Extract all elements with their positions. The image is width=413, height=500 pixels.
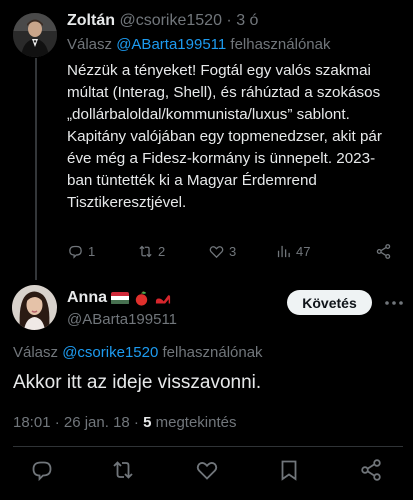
views-count: 47 xyxy=(296,244,311,259)
heart-icon xyxy=(209,246,224,259)
reply-button[interactable] xyxy=(30,458,54,482)
views-count: 5 xyxy=(143,414,152,431)
separator: · xyxy=(226,12,232,29)
divider xyxy=(13,446,403,447)
share-button[interactable] xyxy=(375,243,392,260)
reply-button[interactable]: 1 xyxy=(67,243,95,260)
hungarian-flag-icon xyxy=(111,291,129,305)
retweet-count: 2 xyxy=(158,244,166,259)
like-button[interactable] xyxy=(195,458,219,482)
reply-prefix: Válasz xyxy=(13,344,59,361)
tweet-time[interactable]: 3 ó xyxy=(236,12,258,29)
author-name[interactable]: Zoltán xyxy=(67,12,115,29)
retweet-icon xyxy=(139,245,152,258)
author-handle[interactable]: @csorike1520 xyxy=(119,12,222,29)
tweet-action-bar xyxy=(0,458,413,482)
retweet-button[interactable] xyxy=(111,458,135,482)
tweet-text: Nézzük a tényeket! Fogtál egy valós szak… xyxy=(67,62,382,211)
reply-context: Válasz @ABarta199511 felhasználónak xyxy=(67,36,330,53)
like-count: 3 xyxy=(229,244,237,259)
bookmark-button[interactable] xyxy=(277,458,301,482)
views-button[interactable]: 47 xyxy=(275,243,310,260)
views-label: megtekintés xyxy=(155,414,237,431)
author-name-row: Anna xyxy=(67,289,172,307)
reply-icon xyxy=(69,245,82,259)
views-icon xyxy=(277,245,290,258)
reply-count: 1 xyxy=(88,244,96,259)
reply-mention-link[interactable]: @csorike1520 xyxy=(62,344,158,361)
thread-line xyxy=(35,58,37,280)
retweet-icon xyxy=(113,461,133,479)
author-name[interactable]: Anna xyxy=(67,289,107,307)
author-handle[interactable]: @ABarta199511 xyxy=(67,311,177,328)
share-icon xyxy=(361,459,381,481)
heart-icon xyxy=(196,462,218,480)
reply-context: Válasz @csorike1520 felhasználónak xyxy=(13,344,263,361)
tweet-metadata: 18:01 · 26 jan. 18 · 5 megtekintés xyxy=(13,414,236,431)
share-button[interactable] xyxy=(359,458,383,482)
reply-suffix: felhasználónak xyxy=(162,344,263,361)
bookmark-icon xyxy=(281,460,297,481)
more-options-button[interactable] xyxy=(385,294,403,312)
avatar[interactable] xyxy=(12,285,57,330)
more-icon xyxy=(385,301,403,305)
tweet-action-bar: 1 2 3 47 xyxy=(67,243,399,265)
like-button[interactable]: 3 xyxy=(208,243,236,260)
reply-mention-link[interactable]: @ABarta199511 xyxy=(116,36,226,53)
tweet-timestamp[interactable]: 18:01 · 26 jan. 18 · xyxy=(13,414,139,431)
reply-icon xyxy=(32,461,52,482)
avatar[interactable] xyxy=(13,13,57,57)
share-icon xyxy=(376,244,391,259)
high-heel-icon xyxy=(155,294,171,303)
follow-button[interactable]: Követés xyxy=(287,290,372,315)
reply-suffix: felhasználónak xyxy=(230,36,331,53)
apple-icon xyxy=(135,290,148,306)
retweet-button[interactable]: 2 xyxy=(137,243,165,260)
tweet-text: Akkor itt az ideje visszavonni. xyxy=(13,372,262,393)
reply-prefix: Válasz xyxy=(67,36,113,53)
tweet-header: Zoltán @csorike1520 · 3 ó xyxy=(67,12,258,30)
